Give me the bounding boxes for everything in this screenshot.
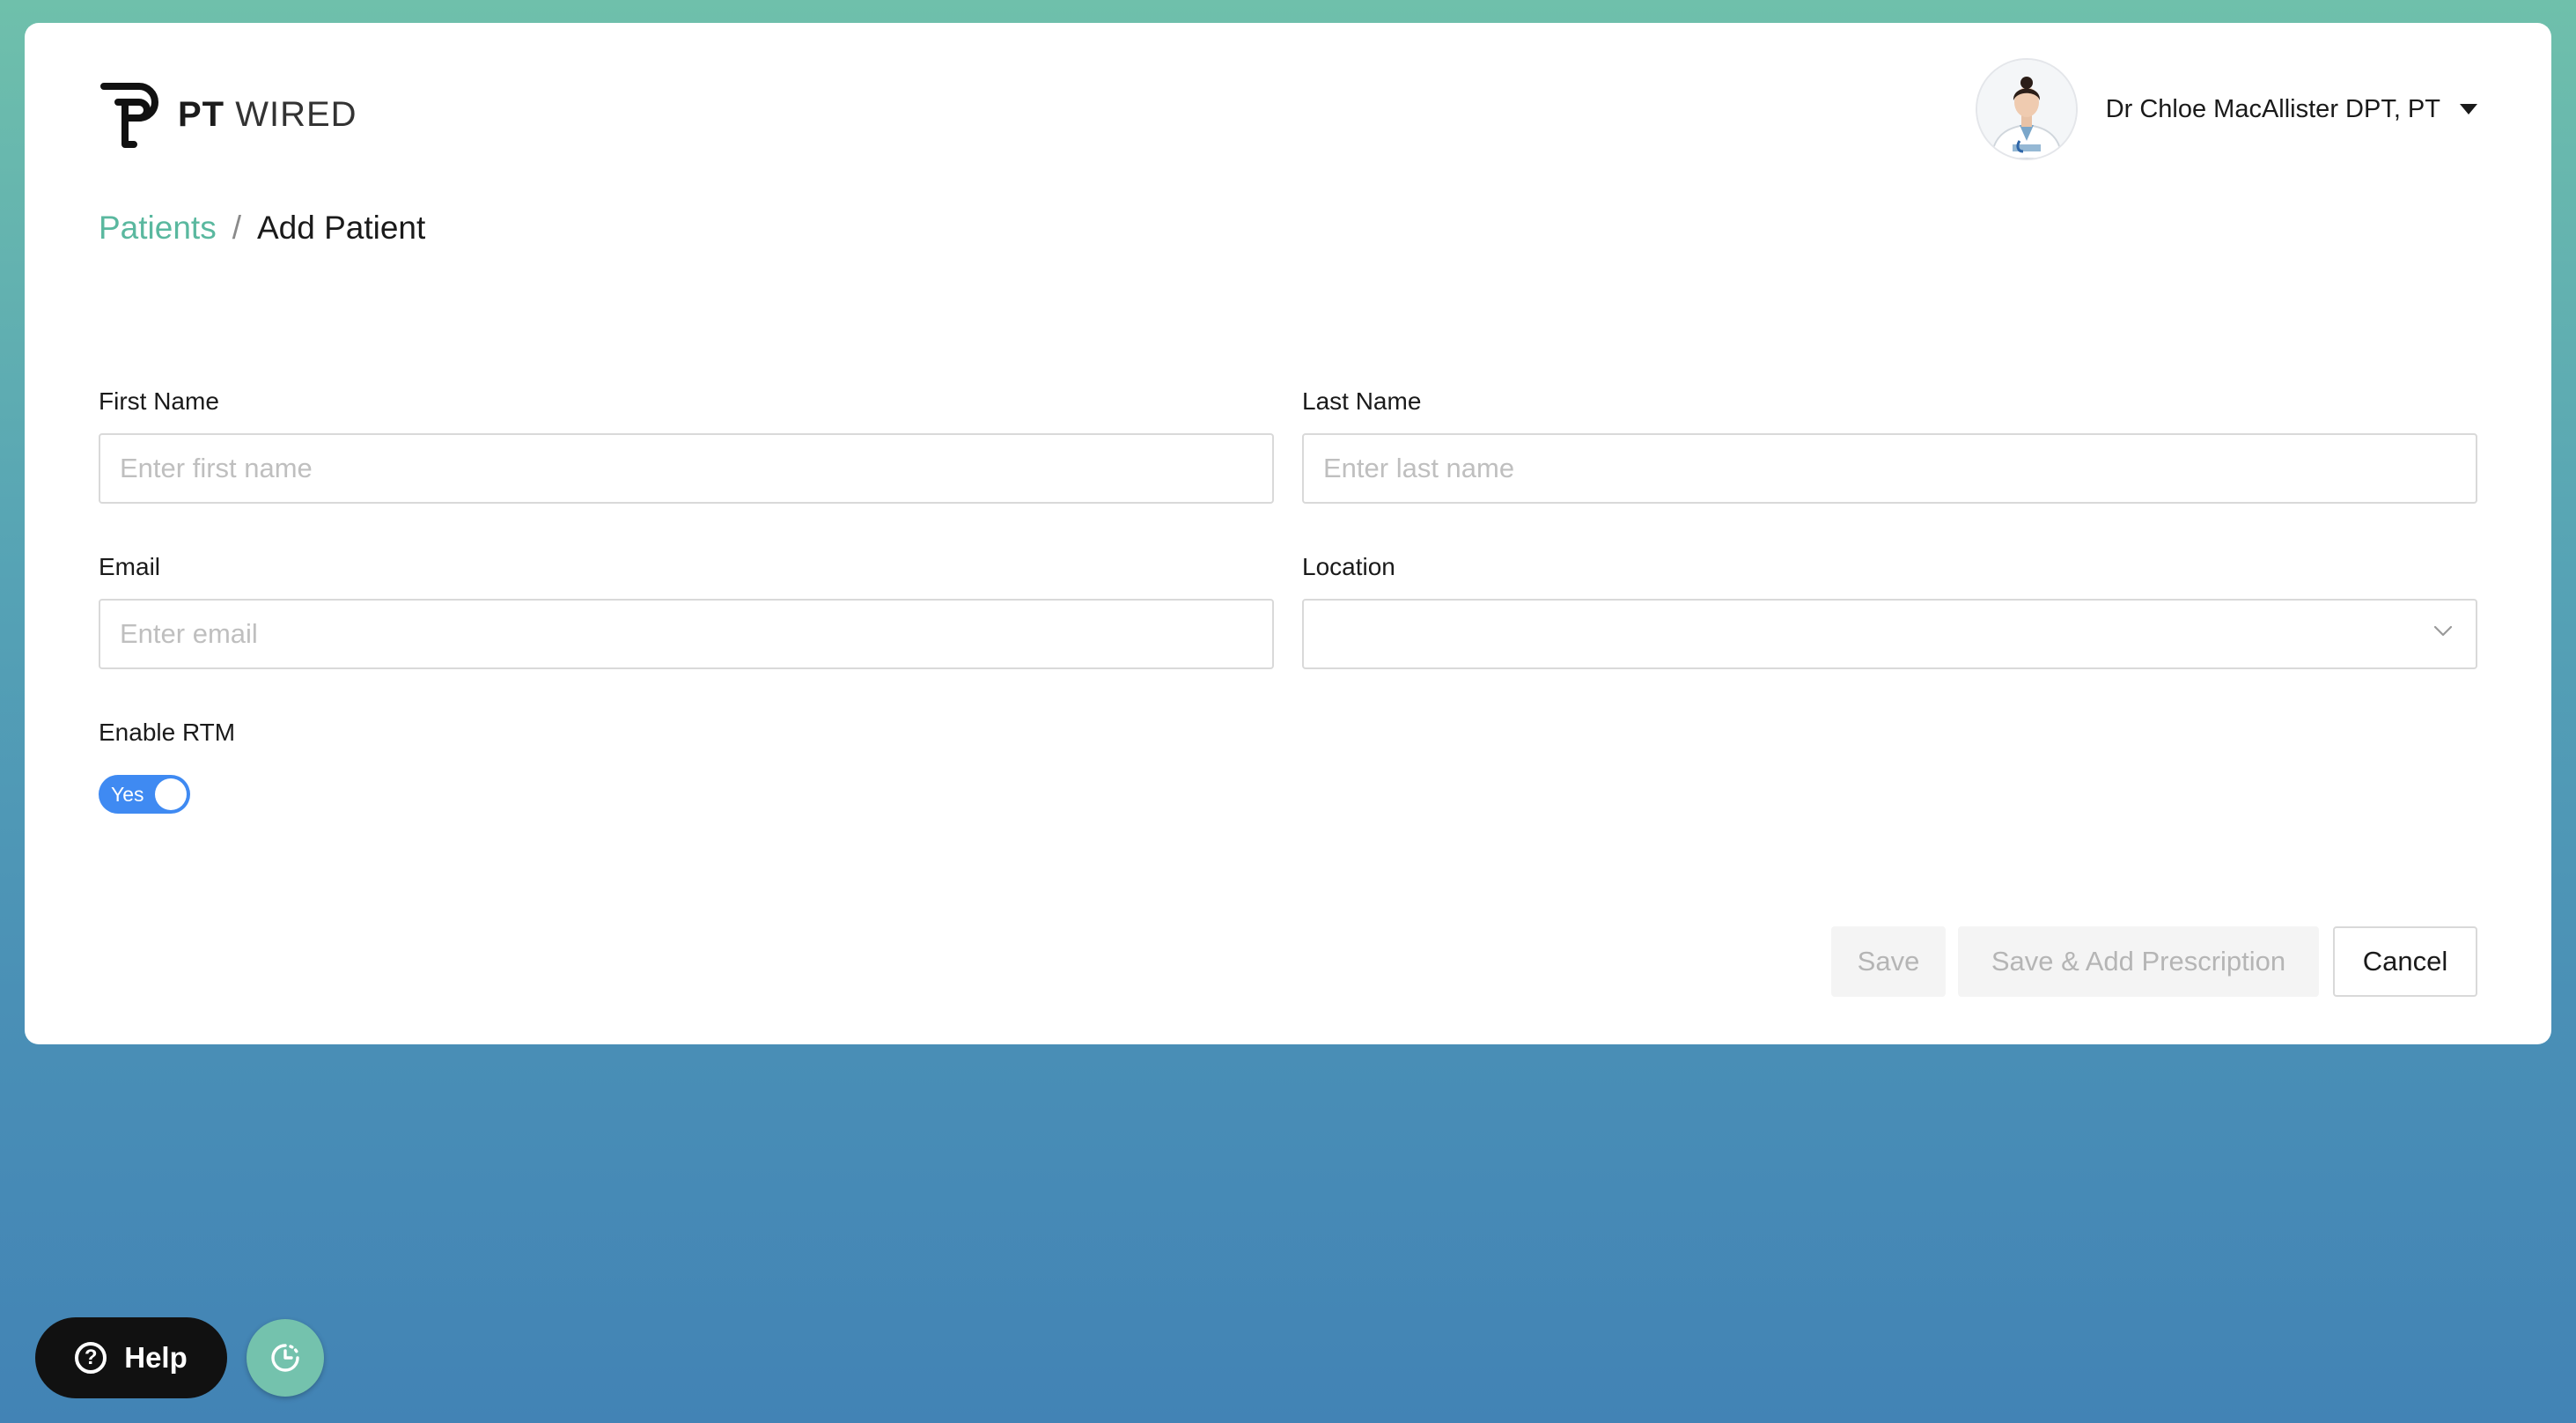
email-label: Email — [99, 553, 161, 580]
help-label: Help — [124, 1341, 188, 1374]
clock-icon — [271, 1344, 299, 1372]
history-button[interactable] — [247, 1319, 324, 1397]
question-circle-icon: ? — [75, 1342, 107, 1374]
brand-name: PT WIRED — [178, 97, 357, 132]
save-add-prescription-button[interactable]: Save & Add Prescription — [1958, 926, 2319, 997]
user-menu[interactable]: Dr Chloe MacAllister DPT, PT — [1975, 56, 2477, 162]
cancel-button[interactable]: Cancel — [2333, 926, 2477, 997]
breadcrumb-patients-link[interactable]: Patients — [99, 211, 217, 244]
last-name-label: Last Name — [1302, 387, 1422, 415]
caret-down-icon[interactable] — [2460, 104, 2477, 114]
brand-name-light: WIRED — [235, 95, 357, 134]
chevron-down-icon — [2433, 625, 2453, 637]
email-input[interactable] — [99, 599, 1274, 669]
help-button[interactable]: ? Help — [35, 1317, 227, 1398]
doctor-avatar-icon — [1976, 60, 2076, 159]
first-name-input[interactable] — [99, 433, 1274, 504]
enable-rtm-toggle[interactable]: Yes — [99, 775, 190, 814]
toggle-text: Yes — [111, 783, 144, 806]
breadcrumb-separator: / — [232, 210, 241, 246]
user-name[interactable]: Dr Chloe MacAllister DPT, PT — [2106, 95, 2440, 124]
location-label: Location — [1302, 553, 1395, 580]
enable-rtm-label: Enable RTM — [99, 719, 236, 746]
pt-wired-logo-icon — [99, 79, 166, 150]
first-name-label: First Name — [99, 387, 219, 415]
last-name-input[interactable] — [1302, 433, 2477, 504]
save-button[interactable]: Save — [1831, 926, 1946, 997]
brand-name-bold: PT — [178, 95, 225, 134]
location-select[interactable] — [1302, 599, 2477, 669]
main-card: PT WIRED Dr Chloe MacAllister DPT, PT Pa… — [25, 23, 2551, 1044]
breadcrumb: Patients / Add Patient — [99, 211, 425, 244]
page-title: Add Patient — [256, 210, 426, 246]
logo[interactable]: PT WIRED — [99, 76, 357, 153]
avatar[interactable] — [1975, 58, 2078, 160]
toggle-knob — [155, 778, 187, 810]
